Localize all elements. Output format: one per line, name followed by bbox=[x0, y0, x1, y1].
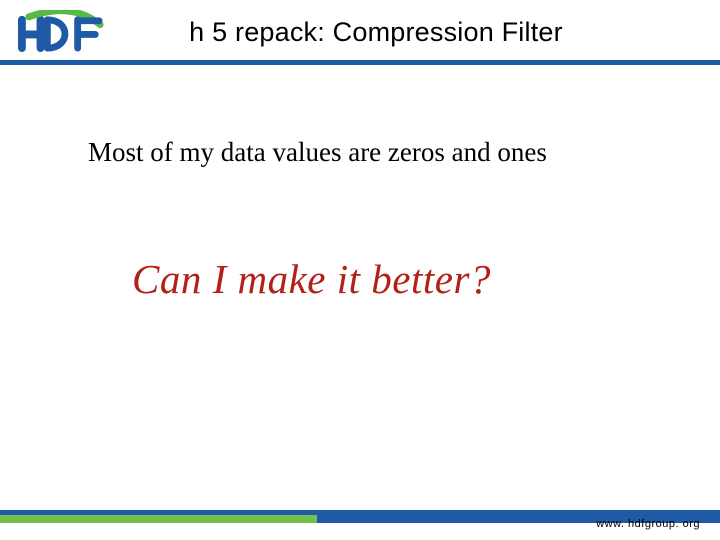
slide-title: h 5 repack: Compression Filter bbox=[120, 17, 702, 48]
slide-footer: www. hdfgroup. org bbox=[0, 510, 720, 540]
footer-strip-green bbox=[0, 515, 317, 523]
body-text-line: Most of my data values are zeros and one… bbox=[88, 137, 547, 168]
callout-text: Can I make it better? bbox=[132, 255, 491, 303]
hdf-logo-icon bbox=[18, 10, 106, 54]
footer-url: www. hdfgroup. org bbox=[596, 518, 700, 530]
slide-header: h 5 repack: Compression Filter bbox=[0, 0, 720, 60]
slide-body: Most of my data values are zeros and one… bbox=[0, 65, 720, 503]
